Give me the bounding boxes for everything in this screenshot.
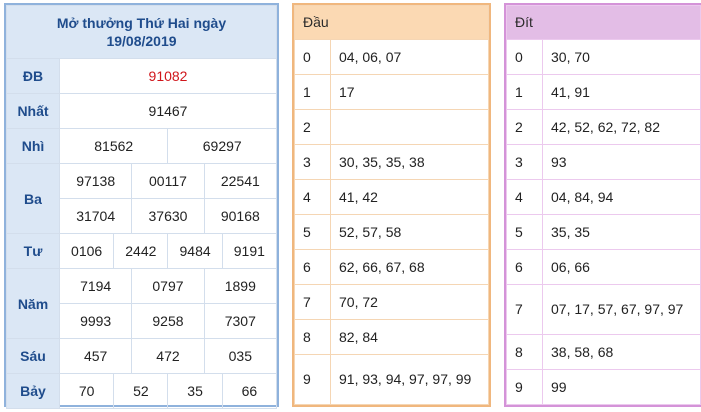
dit-values: 04, 84, 94 [542,179,701,215]
prize-number: 31704 [58,198,133,234]
prize-number: 66 [221,373,278,409]
prize-number: 2442 [113,233,169,269]
dit-digit: 6 [506,249,543,285]
prize-number: 9993 [58,303,133,339]
results-title-line1: Mở thưởng Thứ Hai ngày [56,15,227,31]
dit-digit: 4 [506,179,543,215]
prize-label-second: Nhì [6,128,60,164]
dit-values: 35, 35 [542,214,701,250]
prize-number: 1899 [203,268,278,304]
dit-digit: 2 [506,109,543,145]
prize-number: 035 [203,338,278,374]
prize-number: 0106 [58,233,115,269]
dit-values: 07, 17, 57, 67, 97, 97 [542,284,701,335]
prize-number: 52 [113,373,169,409]
dit-digit: 8 [506,334,543,370]
dau-digit: 4 [294,179,331,215]
dit-digit: 0 [506,39,543,75]
prize-number: 457 [58,338,133,374]
prize-number: 70 [58,373,115,409]
dau-digit: 5 [294,214,331,250]
dau-values: 70, 72 [330,284,489,320]
prize-number: 90168 [203,198,278,234]
prize-number: 97138 [58,163,133,199]
prize-number: 22541 [203,163,278,199]
prize-number: 81562 [58,128,169,164]
dit-digit: 9 [506,369,543,405]
dit-digit: 1 [506,74,543,110]
dit-loto-table: Đít 0 30, 70 1 41, 91 2 42, 52, 62, 72, 82 … [504,3,701,407]
dit-values: 93 [542,144,701,180]
prize-number: 9484 [167,233,223,269]
prize-number: 472 [131,338,205,374]
lottery-results-table: Mở thưởng Thứ Hai ngày 19/08/2019 ĐB 910… [4,3,279,409]
dit-values: 42, 52, 62, 72, 82 [542,109,701,145]
dit-values: 30, 70 [542,39,701,75]
dau-digit: 2 [294,109,331,145]
prize-label-special: ĐB [6,58,60,94]
dit-digit: 3 [506,144,543,180]
results-date: 19/08/2019 [106,33,177,49]
dau-digit: 7 [294,284,331,320]
dau-digit: 1 [294,74,331,110]
dit-title: Đít [506,5,701,40]
prize-label-fifth: Năm [6,268,60,339]
dit-values: 06, 66 [542,249,701,285]
dit-values: 38, 58, 68 [542,334,701,370]
dau-values: 41, 42 [330,179,489,215]
dau-digit: 6 [294,249,331,285]
dau-values: 62, 66, 67, 68 [330,249,489,285]
prize-number: 00117 [131,163,205,199]
prize-number: 91467 [59,93,277,129]
dau-values: 04, 06, 07 [330,39,489,75]
dau-values [330,109,489,145]
dit-values: 41, 91 [542,74,701,110]
prize-label-sixth: Sáu [6,338,60,374]
prize-label-fourth: Tư [6,233,60,269]
prize-label-third: Ba [6,163,60,234]
dau-values: 52, 57, 58 [330,214,489,250]
prize-number: 9191 [221,233,278,269]
prize-label-first: Nhất [6,93,60,129]
results-title: Mở thưởng Thứ Hai ngày 19/08/2019 [6,5,277,59]
prize-number: 0797 [131,268,205,304]
dau-digit: 0 [294,39,331,75]
dau-values: 17 [330,74,489,110]
dau-title: Đầu [294,5,489,40]
dau-values: 91, 93, 94, 97, 97, 99 [330,354,489,405]
prize-label-seventh: Bảy [6,373,60,409]
prize-number: 7194 [58,268,133,304]
dau-digit: 9 [294,354,331,405]
prize-number: 69297 [167,128,277,164]
dau-values: 30, 35, 35, 38 [330,144,489,180]
dau-loto-table: Đầu 0 04, 06, 07 1 17 2 3 30, 35, 35, 38 44… [292,3,491,407]
dit-digit: 7 [506,284,543,335]
prize-number: 91082 [59,58,277,94]
prize-number: 37630 [131,198,205,234]
prize-number: 7307 [203,303,278,339]
dau-digit: 3 [294,144,331,180]
dau-digit: 8 [294,319,331,355]
dit-digit: 5 [506,214,543,250]
prize-number: 35 [167,373,223,409]
dau-values: 82, 84 [330,319,489,355]
dit-values: 99 [542,369,701,405]
prize-number: 9258 [131,303,205,339]
